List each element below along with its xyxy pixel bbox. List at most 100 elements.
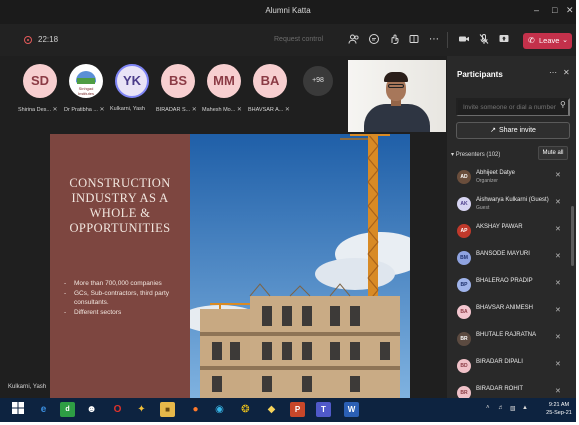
participant-tile[interactable]: MM Mahesh Mo... ✕ — [202, 64, 246, 113]
avatar: AP — [457, 224, 471, 238]
participant-list-item[interactable]: BR BIRADAR ROHIT ✕ — [447, 380, 571, 398]
participant-name: BIRADAR DIPALI — [476, 359, 523, 365]
participant-name: Shirina Des... ✕ — [18, 107, 58, 113]
mic-off-icon: ✕ — [555, 280, 561, 287]
panel-scrollbar[interactable] — [571, 206, 574, 266]
recording-icon — [24, 36, 32, 44]
leave-label: Leave — [539, 36, 560, 45]
mic-off-icon: ✕ — [191, 107, 197, 113]
participant-tile[interactable]: Sinhgad Institutes Dr Pratibha ... ✕ — [64, 64, 108, 113]
avatar: BA — [457, 305, 471, 319]
reactions-icon[interactable] — [387, 33, 401, 47]
system-clock[interactable]: 9:21 AM 25-Sep-21 — [542, 402, 576, 417]
participant-video[interactable] — [348, 60, 446, 132]
leave-button[interactable]: ✆ Leave ⌄ — [523, 33, 572, 49]
windows-start-icon[interactable] — [10, 402, 25, 417]
slide-bullet: GCs, Sub-contractors, third party consul… — [64, 289, 188, 308]
avatar: BM — [457, 251, 471, 265]
avatar: BA — [253, 64, 287, 98]
mic-off-icon: ✕ — [555, 226, 561, 233]
participant-tile[interactable]: BS BIRADAR S... ✕ — [156, 64, 200, 113]
chat-icon[interactable] — [367, 33, 381, 47]
rooms-icon[interactable] — [407, 33, 421, 47]
close-icon[interactable]: ✕ — [566, 5, 574, 16]
window-title: Alumni Katta — [265, 6, 311, 15]
teams-window: Alumni Katta – □ ✕ 22:18 Request control… — [0, 0, 576, 422]
close-icon[interactable]: ✕ — [563, 68, 570, 77]
invite-input[interactable] — [456, 98, 570, 116]
maximize-icon[interactable]: □ — [552, 5, 557, 15]
share-screen-icon[interactable] — [497, 33, 511, 47]
volume-icon[interactable]: ♬ — [498, 405, 504, 411]
presenters-section-label[interactable]: ▾ Presenters (102) — [451, 151, 500, 158]
mic-off-icon: ✕ — [236, 107, 242, 113]
participant-list-item[interactable]: BP BHALERAO PRADIP ✕ — [447, 272, 571, 299]
avatar: BS — [161, 64, 195, 98]
participant-list-item[interactable]: AK Aishwarya Kulkarni (Guest) Guest ✕ — [447, 191, 571, 218]
word-icon[interactable]: W — [344, 402, 359, 417]
participant-name: Aishwarya Kulkarni (Guest) — [476, 197, 549, 203]
participants-panel: Participants ⋯ ✕ ⚲ ↗Share invite ▾ Prese… — [447, 56, 576, 398]
chevron-down-icon: ⌄ — [562, 37, 568, 44]
more-options-icon[interactable]: ⋯ — [549, 68, 557, 77]
more-participants-count: +98 — [303, 66, 333, 96]
institute-logo: Sinhgad Institutes — [69, 64, 103, 98]
chrome-icon[interactable]: ❂ — [238, 402, 253, 417]
tray-chevron-icon[interactable]: ˄ — [486, 405, 490, 411]
participant-role: Guest — [476, 205, 490, 211]
edge-legacy-icon[interactable]: e — [36, 402, 51, 417]
camera-icon[interactable] — [457, 33, 471, 47]
mic-off-icon: ✕ — [555, 388, 561, 395]
avatar: MM — [207, 64, 241, 98]
participant-name: BIRADAR ROHIT — [476, 386, 524, 392]
edge-icon[interactable]: ◉ — [212, 402, 227, 417]
signal-icon[interactable]: ▲ — [522, 405, 528, 411]
construction-site-photo — [190, 134, 410, 398]
participant-name: BHALERAO PRADIP — [476, 278, 533, 284]
mic-off-icon: ✕ — [555, 361, 561, 368]
participant-role: Organizer — [476, 178, 498, 184]
participant-tile[interactable]: SD Shirina Des... ✕ — [18, 64, 62, 113]
participant-list-item[interactable]: BM BANSODE MAYURI ✕ — [447, 245, 571, 272]
phone-icon: ✆ — [528, 36, 535, 45]
participants-icon[interactable] — [347, 33, 361, 47]
file-explorer-icon[interactable]: ■ — [160, 402, 175, 417]
powerpoint-icon[interactable]: P — [290, 402, 305, 417]
media-icon[interactable]: ✦ — [134, 402, 149, 417]
participant-list-item[interactable]: AP AKSHAY PAWAR ✕ — [447, 218, 571, 245]
participant-name: Abhijeet Datye — [476, 170, 516, 176]
avatar: BD — [457, 359, 471, 373]
mic-off-icon: ✕ — [555, 307, 561, 314]
share-invite-button[interactable]: ↗ Share invite — [456, 122, 570, 139]
mic-off-icon: ✕ — [555, 334, 561, 341]
participant-list-item[interactable]: BA BHAVSAR ANIMESH ✕ — [447, 299, 571, 326]
participant-tile[interactable]: YK Kulkarni, Yash — [110, 64, 154, 112]
clock-date: 25-Sep-21 — [546, 409, 572, 416]
network-icon[interactable]: ▧ — [510, 405, 516, 412]
participant-name: AKSHAY PAWAR — [476, 224, 523, 230]
windows-taskbar: e d ☻ O ✦ ■ ● ◉ ❂ ◆ P T W ˄ ♬ ▧ ▲ 9:21 A… — [0, 398, 576, 422]
more-participants-tile[interactable]: +98 — [296, 64, 340, 96]
avatar: BP — [457, 278, 471, 292]
avatar: BR — [457, 386, 471, 398]
person-icon[interactable]: ☻ — [84, 402, 99, 417]
minimize-icon[interactable]: – — [534, 5, 539, 15]
mute-all-button[interactable]: Mute all — [538, 146, 568, 160]
participant-tile[interactable]: BA BHAVSAR A... ✕ — [248, 64, 292, 113]
opera-icon[interactable]: O — [110, 402, 125, 417]
sticky-notes-icon[interactable]: ◆ — [264, 402, 279, 417]
mic-off-icon: ✕ — [555, 253, 561, 260]
mic-off-icon[interactable] — [477, 33, 491, 47]
request-control-button[interactable]: Request control — [274, 36, 323, 43]
participant-name: BANSODE MAYURI — [476, 251, 530, 257]
participant-list-item[interactable]: BD BIRADAR DIPALI ✕ — [447, 353, 571, 380]
participant-name: Kulkarni, Yash — [110, 106, 145, 112]
panel-title: Participants — [457, 70, 503, 79]
firefox-icon[interactable]: ● — [188, 402, 203, 417]
avatar: SD — [23, 64, 57, 98]
participant-list-item[interactable]: BR BHUTALE RAJRATNA ✕ — [447, 326, 571, 353]
excel-icon[interactable]: d — [60, 402, 75, 417]
more-options-icon[interactable]: ⋯ — [427, 33, 441, 47]
participant-list-item[interactable]: AD Abhijeet Datye Organizer ✕ — [447, 164, 571, 191]
teams-icon[interactable]: T — [316, 402, 331, 417]
